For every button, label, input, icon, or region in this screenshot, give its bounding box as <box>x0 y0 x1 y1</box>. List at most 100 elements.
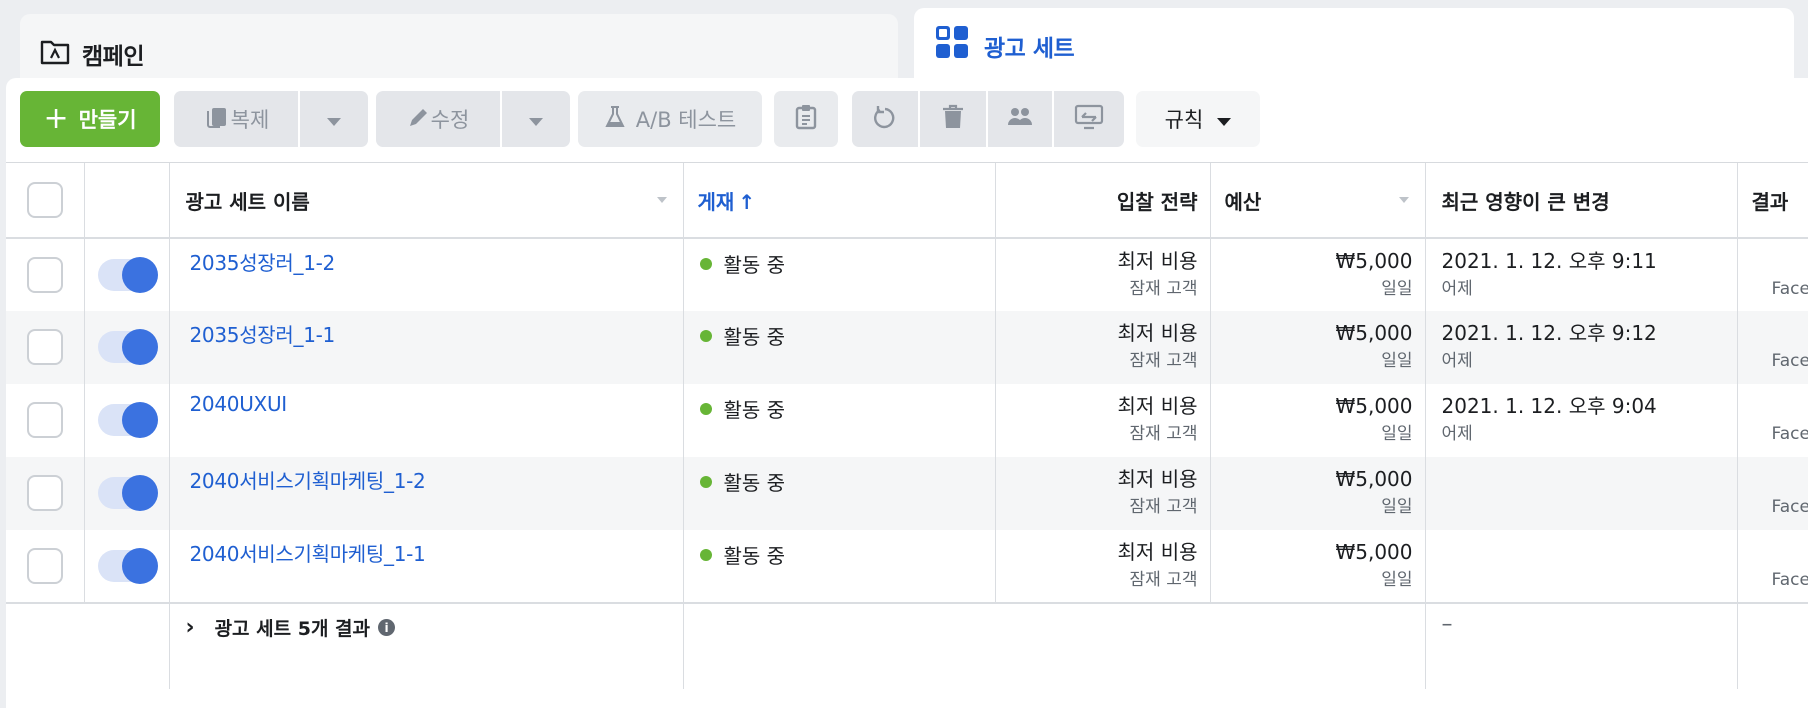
col-header-name[interactable]: 광고 세트 이름 <box>169 163 683 238</box>
adset-toggle[interactable] <box>98 259 156 291</box>
tab-campaign-label: 캠페인 <box>82 37 144 71</box>
row-toggle-cell <box>84 384 169 457</box>
row-toggle-cell <box>84 311 169 384</box>
adset-toggle[interactable] <box>98 477 156 509</box>
trash-icon <box>941 104 965 135</box>
row-select-cell <box>6 311 84 384</box>
create-button[interactable]: + 만들기 <box>20 91 160 147</box>
table-row[interactable]: 2035성장러_1-2 활동 중 최저 비용잠재 고객 ₩5,000일일 202… <box>6 238 1808 311</box>
table-row[interactable]: 2040서비스기획마케팅_1-1 활동 중 최저 비용잠재 고객 ₩5,000일… <box>6 530 1808 603</box>
edit-dropdown[interactable] <box>500 91 570 147</box>
caret-down-icon <box>327 107 341 131</box>
row-select-cell <box>6 238 84 311</box>
delete-button[interactable] <box>918 91 986 147</box>
summary-change-cell: – <box>1425 603 1737 689</box>
results-cell: Face <box>1737 384 1808 457</box>
adset-name-link[interactable]: 2035성장러_1-1 <box>170 311 683 348</box>
adset-toggle[interactable] <box>98 404 156 436</box>
row-checkbox[interactable] <box>27 402 63 438</box>
name-cell: 2035성장러_1-2 <box>169 238 683 311</box>
budget-sub: 일일 <box>1211 566 1425 594</box>
refresh-button[interactable] <box>852 91 918 147</box>
change-cell: 2021. 1. 12. 오후 9:11어제 <box>1425 238 1737 311</box>
adset-toggle[interactable] <box>98 331 156 363</box>
change-cell <box>1425 457 1737 530</box>
rules-button[interactable]: 규칙 <box>1136 91 1260 147</box>
ab-test-button[interactable]: A/B 테스트 <box>578 91 762 147</box>
info-icon[interactable]: i <box>378 619 395 636</box>
clipboard-button[interactable] <box>774 91 838 147</box>
active-dot <box>700 549 712 561</box>
export-button[interactable] <box>1052 91 1124 147</box>
active-dot <box>700 258 712 270</box>
budget-value: ₩5,000 <box>1211 239 1425 275</box>
results-cell: Face <box>1737 311 1808 384</box>
select-all-cell <box>6 163 84 238</box>
refresh-icon <box>872 104 898 135</box>
row-checkbox[interactable] <box>27 548 63 584</box>
name-cell: 2040서비스기획마케팅_1-1 <box>169 530 683 603</box>
flask-icon <box>604 105 626 134</box>
select-all-checkbox[interactable] <box>27 182 63 218</box>
delivery-cell: 활동 중 <box>683 384 995 457</box>
budget-cell: ₩5,000일일 <box>1210 311 1425 384</box>
adset-name-link[interactable]: 2040서비스기획마케팅_1-2 <box>170 457 683 494</box>
bid-strategy-value: 최저 비용 <box>996 311 1210 347</box>
row-toggle-cell <box>84 457 169 530</box>
budget-cell: ₩5,000일일 <box>1210 457 1425 530</box>
duplicate-dropdown[interactable] <box>298 91 368 147</box>
row-toggle-cell <box>84 238 169 311</box>
results-cell: Face <box>1737 457 1808 530</box>
col-header-delivery[interactable]: 게재↑ <box>683 163 995 238</box>
chevron-right-icon[interactable]: › <box>186 615 195 640</box>
pencil-icon <box>407 105 431 134</box>
change-cell: 2021. 1. 12. 오후 9:12어제 <box>1425 311 1737 384</box>
bid-strategy-sub: 잠재 고객 <box>996 493 1210 521</box>
summary-change-value: – <box>1426 604 1737 637</box>
active-dot <box>700 403 712 415</box>
col-header-results[interactable]: 결과 <box>1737 163 1808 238</box>
toggle-header <box>84 163 169 238</box>
table-row[interactable]: 2040서비스기획마케팅_1-2 활동 중 최저 비용잠재 고객 ₩5,000일… <box>6 457 1808 530</box>
change-sub: 어제 <box>1426 420 1737 448</box>
toolbar: + 만들기 복제 수정 A/B 테스트 <box>6 78 1808 162</box>
table-row[interactable]: 2040UXUI 활동 중 최저 비용잠재 고객 ₩5,000일일 2021. … <box>6 384 1808 457</box>
budget-sub: 일일 <box>1211 347 1425 375</box>
summary-row: › 광고 세트 5개 결과 i – <box>6 603 1808 689</box>
budget-value: ₩5,000 <box>1211 530 1425 566</box>
bid-strategy-value: 최저 비용 <box>996 239 1210 275</box>
col-header-bid-strategy[interactable]: 입찰 전략 <box>995 163 1210 238</box>
duplicate-button[interactable]: 복제 <box>174 91 298 147</box>
table-row[interactable]: 2035성장러_1-1 활동 중 최저 비용잠재 고객 ₩5,000일일 202… <box>6 311 1808 384</box>
adset-toggle[interactable] <box>98 550 156 582</box>
summary-label: 광고 세트 5개 결과 <box>215 614 370 641</box>
col-header-recent-change[interactable]: 최근 영향이 큰 변경 <box>1425 163 1737 238</box>
bid-cell: 최저 비용잠재 고객 <box>995 530 1210 603</box>
name-cell: 2040UXUI <box>169 384 683 457</box>
adset-name-link[interactable]: 2040서비스기획마케팅_1-1 <box>170 530 683 567</box>
name-cell: 2035성장러_1-1 <box>169 311 683 384</box>
toggle-knob <box>122 257 158 293</box>
adset-name-link[interactable]: 2040UXUI <box>170 384 683 416</box>
row-checkbox[interactable] <box>27 257 63 293</box>
status-text: 활동 중 <box>724 540 786 569</box>
results-cell: Face <box>1737 530 1808 603</box>
change-date: 2021. 1. 12. 오후 9:12 <box>1426 311 1737 347</box>
toggle-knob <box>122 548 158 584</box>
plus-icon: + <box>43 104 68 134</box>
edit-button[interactable]: 수정 <box>376 91 500 147</box>
adset-name-link[interactable]: 2035성장러_1-2 <box>170 239 683 276</box>
toggle-knob <box>122 329 158 365</box>
col-header-budget[interactable]: 예산 <box>1210 163 1425 238</box>
row-checkbox[interactable] <box>27 329 63 365</box>
status-text: 활동 중 <box>724 394 786 423</box>
row-select-cell <box>6 384 84 457</box>
delivery-cell: 활동 중 <box>683 311 995 384</box>
row-checkbox[interactable] <box>27 475 63 511</box>
results-sub: Face <box>1738 239 1808 299</box>
change-date: 2021. 1. 12. 오후 9:11 <box>1426 239 1737 275</box>
people-icon <box>1006 105 1034 134</box>
audience-button[interactable] <box>986 91 1052 147</box>
row-toggle-cell <box>84 530 169 603</box>
change-sub: 어제 <box>1426 347 1737 375</box>
